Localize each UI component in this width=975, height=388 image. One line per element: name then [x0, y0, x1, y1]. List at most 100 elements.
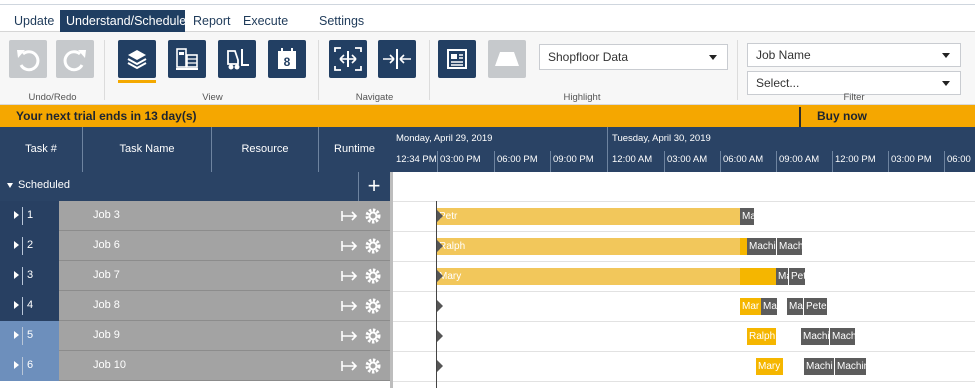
dispatch-arrow-icon[interactable]	[341, 269, 359, 283]
highlight-select-value: Shopfloor Data	[548, 50, 629, 64]
task-bar-machine[interactable]: Ma	[776, 268, 788, 285]
gear-icon[interactable]	[364, 267, 382, 285]
task-bar-resource[interactable]: Petr	[437, 208, 740, 225]
hour-label: 09:00 AM	[779, 154, 820, 165]
task-bar-machine[interactable]: Pet	[788, 268, 805, 285]
column-header-task-num[interactable]: Task #	[0, 127, 83, 172]
shape-highlight-button[interactable]	[488, 40, 526, 78]
expand-arrow-icon[interactable]	[14, 331, 19, 339]
table-row[interactable]: 6 Job 10	[0, 351, 390, 381]
gantt-row-line	[393, 381, 975, 382]
start-marker-icon	[437, 300, 443, 312]
hour-tick	[664, 151, 665, 172]
hour-label: 12:00 AM	[612, 154, 653, 165]
expand-arrow-icon[interactable]	[14, 301, 19, 309]
filter-value-placeholder: Select...	[756, 76, 800, 90]
tab-understand-schedule[interactable]: Understand/Schedule	[60, 10, 186, 32]
expand-arrow-icon[interactable]	[14, 361, 19, 369]
task-bar-machine[interactable]: Peter	[803, 298, 827, 315]
table-row[interactable]: 3 Job 7	[0, 261, 390, 291]
report-highlight-button[interactable]	[438, 40, 476, 78]
dispatch-arrow-icon[interactable]	[341, 329, 359, 343]
redo-icon	[63, 50, 86, 72]
gantt-row-line	[393, 351, 975, 352]
hour-tick	[437, 151, 438, 172]
task-bar-machine[interactable]: Ma	[740, 208, 754, 225]
expand-arrow-icon[interactable]	[14, 271, 19, 279]
gear-icon[interactable]	[364, 297, 382, 315]
banner-divider	[799, 107, 801, 127]
gear-icon[interactable]	[364, 207, 382, 225]
start-marker-icon	[437, 270, 443, 282]
highlight-select[interactable]: Shopfloor Data	[539, 44, 728, 70]
collapse-timeline-button[interactable]	[378, 40, 416, 78]
task-bar-resource[interactable]: Ralph	[747, 328, 776, 345]
row-divider	[22, 207, 23, 225]
machines-view-button[interactable]	[168, 40, 206, 78]
dispatch-arrow-icon[interactable]	[341, 239, 359, 253]
expand-arrow-icon[interactable]	[14, 211, 19, 219]
tab-update[interactable]: Update	[8, 10, 60, 32]
task-bar-segment[interactable]	[740, 268, 776, 285]
dispatch-arrow-icon[interactable]	[341, 299, 359, 313]
task-bar-segment[interactable]	[740, 238, 747, 255]
task-bar-machine[interactable]: Machin	[834, 358, 866, 375]
task-bar-resource[interactable]: Mar	[740, 298, 761, 315]
column-header-task-name[interactable]: Task Name	[83, 127, 212, 172]
task-bar-machine[interactable]: Machi	[747, 238, 777, 255]
row-divider	[22, 327, 23, 345]
expand-timeline-button[interactable]	[329, 40, 367, 78]
column-header-resource[interactable]: Resource	[212, 127, 319, 172]
task-bar-machine[interactable]: Ma	[787, 298, 804, 315]
tab-settings[interactable]: Settings	[319, 10, 364, 32]
buy-now-button[interactable]: Buy now	[817, 109, 867, 123]
calendar-view-button[interactable]: 8	[268, 40, 306, 78]
task-bar-machine[interactable]: Mach	[776, 238, 802, 255]
collapse-triangle-icon[interactable]	[7, 183, 13, 188]
task-bar-machine[interactable]: Ma	[761, 298, 777, 315]
gantt-row-line	[393, 201, 975, 202]
task-bar-resource[interactable]: Mary	[437, 268, 740, 285]
column-header-runtime[interactable]: Runtime	[319, 127, 390, 172]
hour-tick	[832, 151, 833, 172]
machine-icon	[176, 48, 198, 70]
gear-icon[interactable]	[364, 237, 382, 255]
group-label-navigate: Navigate	[355, 92, 394, 103]
tab-report[interactable]: Report	[187, 10, 237, 32]
add-task-button[interactable]: +	[362, 172, 386, 201]
tab-execute[interactable]: Execute	[237, 10, 294, 32]
ribbon-toolbar: Undo/Redo 8 View Navigate Shopfloor Data…	[0, 32, 975, 105]
task-bar-resource[interactable]: Ralph	[437, 238, 740, 255]
table-row[interactable]: 2 Job 6	[0, 231, 390, 261]
dispatch-arrow-icon[interactable]	[341, 209, 359, 223]
gantt-row-line	[393, 261, 975, 262]
gear-icon[interactable]	[364, 327, 382, 345]
redo-button[interactable]	[56, 40, 94, 78]
filter-field-select[interactable]: Job Name	[747, 43, 961, 67]
table-row[interactable]: 5 Job 9	[0, 321, 390, 351]
undo-button[interactable]	[9, 40, 47, 78]
gantt-row-line	[393, 321, 975, 322]
table-row[interactable]: 4 Job 8	[0, 291, 390, 321]
task-name: Job 6	[93, 239, 120, 251]
scheduled-group-row[interactable]: Scheduled +	[0, 172, 390, 201]
hour-tick	[720, 151, 721, 172]
layers-view-button[interactable]	[118, 40, 156, 83]
table-row[interactable]: 1 Job 3	[0, 201, 390, 231]
expand-arrow-icon[interactable]	[14, 241, 19, 249]
dispatch-arrow-icon[interactable]	[341, 359, 359, 373]
task-bar-machine[interactable]: Machi	[801, 328, 830, 345]
task-bar-machine[interactable]: Mach	[829, 328, 855, 345]
forklift-view-button[interactable]	[218, 40, 256, 78]
gear-icon[interactable]	[364, 357, 382, 375]
start-marker-icon	[437, 360, 443, 372]
group-label-view: View	[202, 92, 223, 103]
task-bar-machine[interactable]: Machi	[804, 358, 834, 375]
gantt-row-line	[393, 231, 975, 232]
group-label-scheduled: Scheduled	[18, 179, 70, 191]
group-label-highlight: Highlight	[563, 92, 601, 103]
start-marker-icon	[437, 330, 443, 342]
chevron-down-icon	[942, 81, 950, 86]
task-name: Job 7	[93, 269, 120, 281]
task-bar-resource[interactable]: Mary	[756, 358, 783, 375]
